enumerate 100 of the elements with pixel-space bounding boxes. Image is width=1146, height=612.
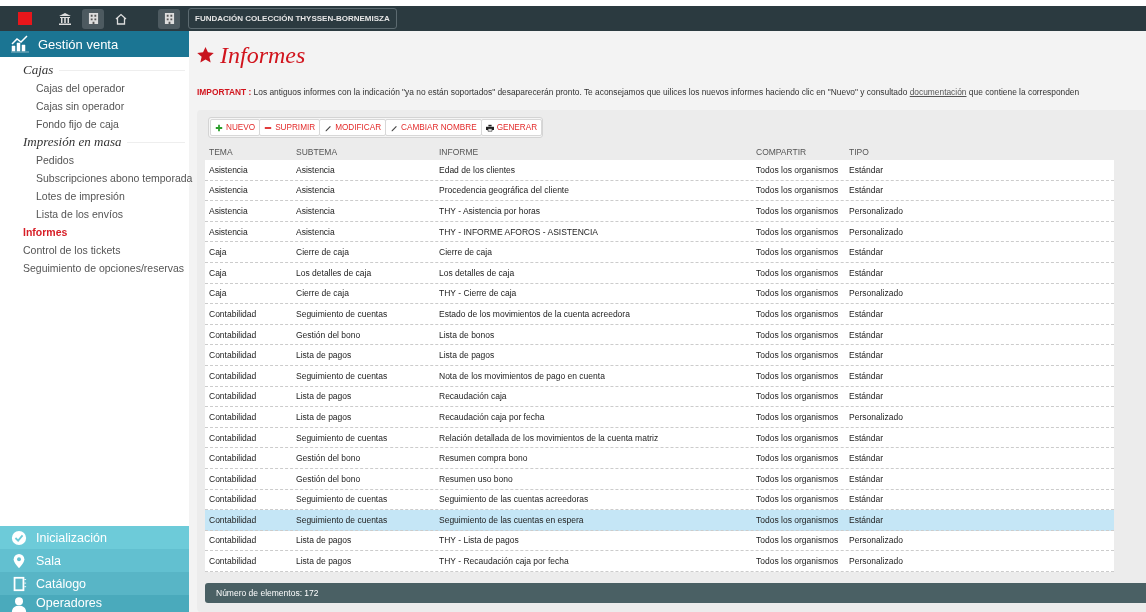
toolbar-button[interactable]: SUPRIMIR (259, 119, 321, 136)
table-row[interactable]: Asistencia Asistencia Edad de los clientes Todos los organismos Estándar (205, 160, 1114, 181)
table-row[interactable]: Caja Cierre de caja THY - Cierre de caja Todos los organismos Personalizado (205, 283, 1114, 305)
table-cell-text: Relación detallada de los movimientos de la cuenta matriz (438, 432, 660, 443)
table-cell-text: Contabilidad (208, 370, 258, 381)
check-badge-icon (11, 529, 27, 546)
table-cell-text: Estado de los movimientos de la cuenta acreedora (438, 308, 631, 319)
table-row[interactable]: Contabilidad Lista de pagos Lista de pagos Todos los organismos Estándar (205, 345, 1114, 366)
table-cell-text: Personalizado (848, 411, 904, 422)
table-cell-text: Contabilidad (208, 411, 258, 422)
table-row[interactable]: Contabilidad Gestión del bono Resumen compra bono Todos los organismos Estándar (205, 448, 1114, 469)
logo-square (18, 12, 32, 25)
table-cell-text: Personalizado (848, 535, 904, 546)
table-cell-text: Caja (208, 247, 228, 258)
table-cell-text: Asistencia (208, 185, 249, 196)
table-row[interactable]: Contabilidad Gestión del bono Resumen uso bono Todos los organismos Estándar (205, 468, 1114, 490)
documentation-link[interactable]: documentación (909, 87, 967, 97)
book-icon (11, 575, 27, 592)
menu-item[interactable]: Informes (0, 223, 189, 241)
menu-item[interactable]: Lista de los envíos (0, 205, 189, 223)
table-cell-text: Caja (208, 267, 228, 278)
table-cell-text: Personalizado (848, 288, 904, 299)
toolbar-button[interactable]: CAMBIAR NOMBRE (385, 119, 482, 136)
table-row[interactable]: Caja Los detalles de caja Los detalles de caja Todos los organismos Estándar (205, 262, 1114, 284)
table-cell-text: Todos los organismos (755, 535, 840, 546)
organization-selector[interactable]: FUNDACIÓN COLECCIÓN THYSSEN-BORNEMISZA (188, 8, 397, 29)
menu-item[interactable]: Lotes de impresión (0, 187, 189, 205)
table-cell-text: Estándar (848, 494, 885, 505)
toolbar-button[interactable]: NUEVO (210, 119, 261, 136)
table-row[interactable]: Contabilidad Seguimiento de cuentas Nota de los movimientos de pago en cuenta Todos los organismos Estándar (205, 365, 1114, 387)
table-row[interactable]: Contabilidad Lista de pagos Recaudación caja por fecha Todos los organismos Personalizado (205, 407, 1114, 428)
toolbar-button[interactable]: GENERAR (480, 119, 543, 136)
person-icon (11, 596, 27, 612)
toolbar-button[interactable]: MODIFICAR (319, 119, 387, 136)
table-cell-text: THY - Cierre de caja (438, 288, 518, 299)
table-cell-text: Procedencia geográfica del cliente (438, 185, 570, 196)
table-cell-text: Seguimiento de las cuentas acreedoras (438, 494, 590, 505)
table-cell-text: Contabilidad (208, 453, 258, 464)
column-header[interactable]: TIPO (845, 147, 945, 157)
table-cell-text: Estándar (848, 391, 885, 402)
pencil-icon (390, 123, 399, 132)
table-cell-text: Lista de pagos (295, 535, 353, 546)
table-row[interactable]: Contabilidad Lista de pagos Recaudación caja Todos los organismos Estándar (205, 386, 1114, 408)
table-cell-text: Cierre de caja (438, 247, 493, 258)
table-cell-text: Estándar (848, 453, 885, 464)
table-cell-text: Asistencia (208, 164, 249, 175)
table-cell-text: Asistencia (295, 226, 336, 237)
menu-item[interactable]: Cajas sin operador (0, 97, 189, 115)
table-cell-text: Gestión del bono (295, 473, 362, 484)
table-row[interactable]: Contabilidad Seguimiento de cuentas Relación detallada de los movimientos de la cuenta matriz Todos los organismos Estándar (205, 427, 1114, 449)
table-cell-text: Asistencia (208, 226, 249, 237)
table-cell-text: Nota de los movimientos de pago en cuenta (438, 370, 606, 381)
table-row[interactable]: Contabilidad Gestión del bono Lista de bonos Todos los organismos Estándar (205, 324, 1114, 346)
table-cell-text: Todos los organismos (755, 247, 840, 258)
menu-item[interactable]: Fondo fijo de caja (0, 115, 189, 133)
menu-item[interactable]: Control de los tickets (0, 241, 189, 259)
pencil-icon (324, 123, 333, 132)
table-cell-text: Todos los organismos (755, 206, 840, 216)
table-cell-text: Todos los organismos (755, 226, 840, 237)
table-row[interactable]: Contabilidad Seguimiento de cuentas Estado de los movimientos de la cuenta acreedora Todos los organismos Estándar (205, 304, 1114, 325)
table-cell-text: Asistencia (295, 185, 336, 196)
table-cell-text: Asistencia (295, 206, 336, 216)
column-header[interactable]: COMPARTIR (752, 147, 845, 157)
table-cell-text: Todos los organismos (755, 514, 840, 525)
table-row[interactable]: Contabilidad Seguimiento de cuentas Seguimiento de las cuentas acreedoras Todos los organismos Estándar (205, 489, 1114, 511)
table-row[interactable]: Caja Cierre de caja Cierre de caja Todos los organismos Estándar (205, 242, 1114, 263)
table-cell-text: Personalizado (848, 556, 904, 567)
table-cell-text: Estándar (848, 164, 885, 175)
table-cell-text: Asistencia (208, 206, 249, 216)
table-cell-text: Contabilidad (208, 473, 258, 484)
table-cell-text: Estándar (848, 350, 885, 361)
notice-text: IMPORTANT : Los antiguos informes con la indicación "ya no están soportados" desaparecerán pronto. Te aconsejamos que uilices los nuevos informes haciendo clic en "Nuevo" y consultado (197, 87, 908, 97)
table-row[interactable]: Contabilidad Seguimiento de cuentas Seguimiento de las cuentas en espera Todos los organismos Estándar (205, 510, 1114, 531)
building-button[interactable] (158, 8, 180, 29)
menu-item[interactable]: Seguimiento de opciones/reservas (0, 259, 189, 277)
table-row[interactable]: Asistencia Asistencia Procedencia geográfica del cliente Todos los organismos Estándar (205, 180, 1114, 202)
table-cell-text: Contabilidad (208, 350, 258, 361)
table-cell-text: Lista de pagos (295, 350, 353, 361)
table-row[interactable]: Contabilidad Lista de pagos THY - Recaudación caja por fecha Todos los organismos Personalizado (205, 551, 1114, 572)
home-icon[interactable] (114, 11, 128, 26)
table-cell-text: Estándar (848, 514, 885, 525)
table-cell-text: Todos los organismos (755, 308, 840, 319)
museum-icon[interactable] (58, 11, 72, 26)
column-header[interactable]: SUBTEMA (292, 147, 435, 157)
table-row[interactable]: Asistencia Asistencia THY - INFORME AFOROS - ASISTENCIA Todos los organismos Personalizado (205, 221, 1114, 243)
table-cell-text: Personalizado (848, 226, 904, 237)
module-header[interactable]: Gestión venta (0, 31, 189, 57)
table-row[interactable]: Asistencia Asistencia THY - Asistencia por horas Todos los organismos Personalizado (205, 201, 1114, 222)
menu-item[interactable]: Cajas del operador (0, 79, 189, 97)
column-header[interactable]: TEMA (205, 147, 292, 157)
table-cell-text: Todos los organismos (755, 288, 840, 299)
table-cell-text: Edad de los clientes (438, 164, 517, 175)
table-cell-text: Los detalles de caja (438, 267, 516, 278)
table-cell-text: Estándar (848, 267, 885, 278)
table-cell-text: Lista de pagos (295, 556, 353, 567)
table-cell-text: Gestión del bono (295, 329, 362, 340)
column-header[interactable]: INFORME (435, 147, 752, 157)
building-button[interactable] (82, 8, 104, 29)
menu-item[interactable]: Pedidos (0, 151, 189, 169)
table-row[interactable]: Contabilidad Lista de pagos THY - Lista de pagos Todos los organismos Personalizado (205, 530, 1114, 552)
